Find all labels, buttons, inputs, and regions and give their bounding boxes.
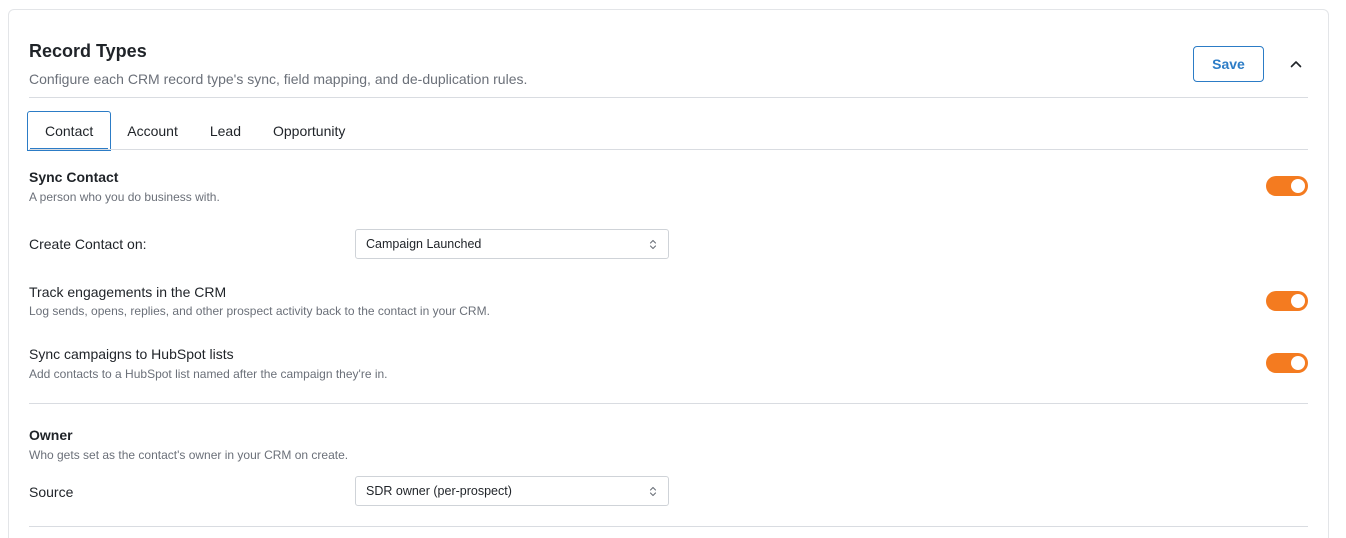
page-subtitle: Configure each CRM record type's sync, f… <box>29 71 528 87</box>
tab-opportunity[interactable]: Opportunity <box>257 111 361 151</box>
create-contact-select-value: Campaign Launched <box>366 237 482 251</box>
owner-description: Who gets set as the contact's owner in y… <box>29 448 349 462</box>
sync-contact-title: Sync Contact <box>29 169 119 185</box>
section-divider <box>29 403 1308 404</box>
chevron-up-icon <box>1290 61 1302 68</box>
owner-title: Owner <box>29 427 73 443</box>
header-divider <box>29 97 1308 98</box>
tabs-divider <box>29 149 1308 150</box>
create-contact-select[interactable]: Campaign Launched <box>355 229 669 259</box>
toggle-knob <box>1291 356 1305 370</box>
owner-source-select-value: SDR owner (per-prospect) <box>366 484 512 498</box>
sync-campaigns-title: Sync campaigns to HubSpot lists <box>29 346 234 362</box>
select-chevron-icon <box>649 486 657 497</box>
toggle-knob <box>1291 294 1305 308</box>
toggle-knob <box>1291 179 1305 193</box>
create-contact-label: Create Contact on: <box>29 236 147 252</box>
tab-account[interactable]: Account <box>111 111 194 151</box>
save-button[interactable]: Save <box>1193 46 1264 82</box>
track-engagements-description: Log sends, opens, replies, and other pro… <box>29 304 490 318</box>
track-engagements-toggle[interactable] <box>1266 291 1308 311</box>
sync-contact-description: A person who you do business with. <box>29 190 220 204</box>
owner-source-select[interactable]: SDR owner (per-prospect) <box>355 476 669 506</box>
bottom-divider <box>29 526 1308 527</box>
track-engagements-title: Track engagements in the CRM <box>29 284 227 300</box>
sync-campaigns-description: Add contacts to a HubSpot list named aft… <box>29 367 388 381</box>
sync-campaigns-toggle[interactable] <box>1266 353 1308 373</box>
sync-contact-toggle[interactable] <box>1266 176 1308 196</box>
owner-source-label: Source <box>29 484 74 500</box>
select-chevron-icon <box>649 239 657 250</box>
tab-contact[interactable]: Contact <box>27 111 112 151</box>
tab-lead[interactable]: Lead <box>194 111 257 151</box>
page-title: Record Types <box>29 41 147 61</box>
record-type-tabs: Contact Account Lead Opportunity <box>27 111 361 151</box>
collapse-button[interactable] <box>1284 52 1308 76</box>
